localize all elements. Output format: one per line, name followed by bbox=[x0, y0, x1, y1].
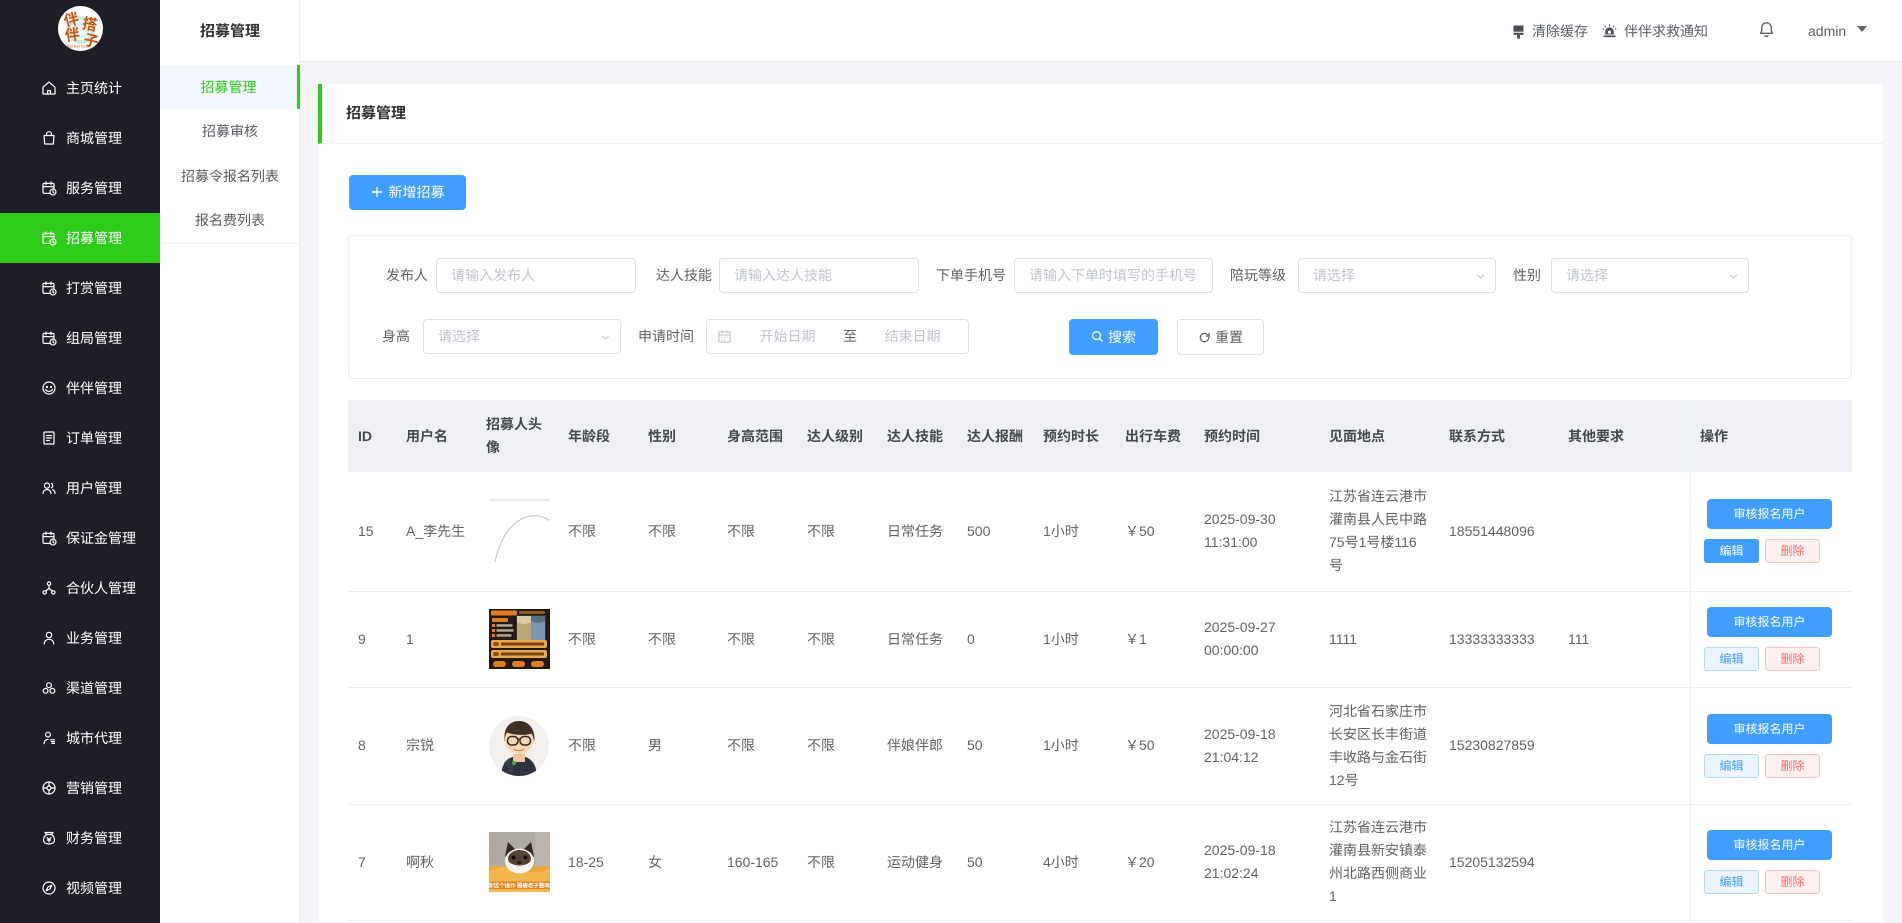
svg-text:你这个操作 雅痞老子整啊: 你这个操作 雅痞老子整啊 bbox=[489, 882, 550, 890]
svg-text:伴: 伴 bbox=[63, 23, 81, 46]
svg-text:Ban Ban Da Zi: Ban Ban Da Zi bbox=[67, 45, 90, 50]
